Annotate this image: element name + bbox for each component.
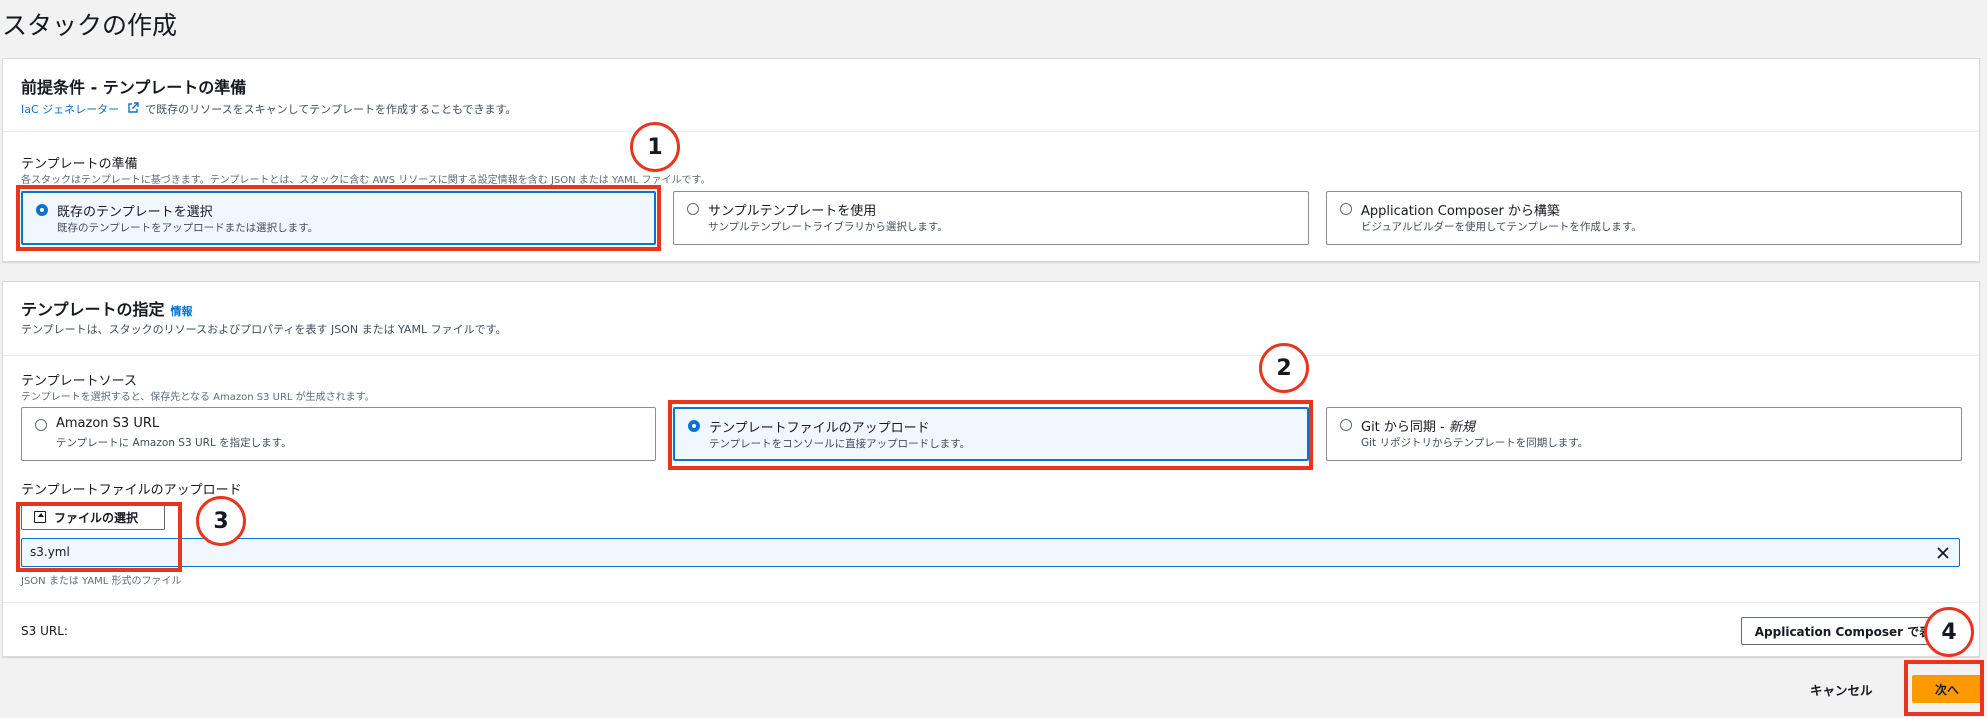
close-icon[interactable] xyxy=(1935,545,1951,561)
page-title: スタックの作成 xyxy=(2,11,178,40)
option-desc: テンプレートに Amazon S3 URL を指定します。 xyxy=(56,437,292,449)
divider xyxy=(3,131,1979,132)
radio-sync-from-git[interactable] xyxy=(1340,419,1352,431)
info-link[interactable]: 情報 xyxy=(171,305,193,318)
prerequisite-heading: 前提条件 - テンプレートの準備 xyxy=(21,78,247,97)
s3-url-label: S3 URL: xyxy=(21,624,68,638)
option-label: 既存のテンプレートを選択 xyxy=(57,205,213,220)
option-label: Amazon S3 URL xyxy=(56,416,160,431)
specify-template-desc: テンプレートは、スタックのリソースおよびプロパティを表す JSON または YA… xyxy=(21,323,507,336)
option-desc: 既存のテンプレートをアップロードまたは選択します。 xyxy=(57,222,319,234)
choose-file-button[interactable]: ファイルの選択 xyxy=(21,504,165,530)
specify-template-heading-row: テンプレートの指定 情報 xyxy=(21,296,193,320)
generator-line: IaC ジェネレーター で既存のリソースをスキャンしてテンプレートを作成すること… xyxy=(21,101,516,117)
view-in-composer-button[interactable]: Application Composer で表示 xyxy=(1741,617,1957,645)
option-desc: Git リポジトリからテンプレートを同期します。 xyxy=(1361,437,1589,449)
option-label: Application Composer から構築 xyxy=(1361,204,1560,219)
file-name: s3.yml xyxy=(30,545,70,559)
upload-file-label: テンプレートファイルのアップロード xyxy=(21,483,242,498)
option-label: テンプレートファイルのアップロード xyxy=(709,421,930,436)
specify-template-heading: テンプレートの指定 xyxy=(21,300,165,319)
prepare-template-label: テンプレートの準備 xyxy=(21,157,138,172)
option-desc: サンプルテンプレートライブラリから選択します。 xyxy=(708,221,948,233)
external-link-icon xyxy=(127,102,139,113)
template-source-desc: テンプレートを選択すると、保存先となる Amazon S3 URL が生成されま… xyxy=(21,392,375,403)
radio-sample-template[interactable] xyxy=(687,203,699,215)
template-source-label: テンプレートソース xyxy=(21,374,137,389)
file-format-hint: JSON または YAML 形式のファイル xyxy=(21,576,182,587)
cancel-button[interactable]: キャンセル xyxy=(1810,680,1873,699)
selected-file-field: s3.yml xyxy=(21,538,1960,567)
radio-application-composer[interactable] xyxy=(1340,203,1352,215)
prerequisite-panel: 前提条件 - テンプレートの準備 IaC ジェネレーター で既存のリソースをスキ… xyxy=(2,58,1980,262)
upload-icon xyxy=(34,511,46,523)
option-application-composer[interactable]: Application Composer から構築 ビジュアルビルダーを使用して… xyxy=(1326,191,1962,245)
iac-generator-link[interactable]: IaC ジェネレーター xyxy=(21,103,119,116)
option-desc: テンプレートをコンソールに直接アップロードします。 xyxy=(709,438,971,450)
option-label: Git から同期 - 新規 xyxy=(1361,416,1475,435)
choose-file-label: ファイルの選択 xyxy=(54,510,139,525)
radio-existing-template[interactable] xyxy=(36,204,48,216)
next-button[interactable]: 次へ xyxy=(1912,675,1982,703)
option-desc: ビジュアルビルダーを使用してテンプレートを作成します。 xyxy=(1361,221,1642,233)
option-existing-template[interactable]: 既存のテンプレートを選択 既存のテンプレートをアップロードまたは選択します。 xyxy=(21,191,656,245)
option-amazon-s3-url[interactable]: Amazon S3 URL テンプレートに Amazon S3 URL を指定し… xyxy=(21,407,656,461)
option-label: サンプルテンプレートを使用 xyxy=(708,204,877,219)
option-label-text: Git から同期 - xyxy=(1361,420,1449,435)
generator-desc: で既存のリソースをスキャンしてテンプレートを作成することもできます。 xyxy=(145,103,517,116)
divider xyxy=(3,355,1979,356)
option-upload-template-file[interactable]: テンプレートファイルのアップロード テンプレートをコンソールに直接アップロードし… xyxy=(673,407,1309,461)
radio-amazon-s3-url[interactable] xyxy=(35,419,47,431)
radio-upload-template-file[interactable] xyxy=(688,420,700,432)
option-sample-template[interactable]: サンプルテンプレートを使用 サンプルテンプレートライブラリから選択します。 xyxy=(673,191,1309,245)
prepare-template-desc: 各スタックはテンプレートに基づきます。テンプレートとは、スタックに含む AWS … xyxy=(21,175,711,186)
new-badge: 新規 xyxy=(1448,420,1475,435)
divider xyxy=(3,602,1979,603)
specify-template-panel: テンプレートの指定 情報 テンプレートは、スタックのリソースおよびプロパティを表す… xyxy=(2,281,1980,657)
option-sync-from-git[interactable]: Git から同期 - 新規 Git リポジトリからテンプレートを同期します。 xyxy=(1326,407,1962,461)
